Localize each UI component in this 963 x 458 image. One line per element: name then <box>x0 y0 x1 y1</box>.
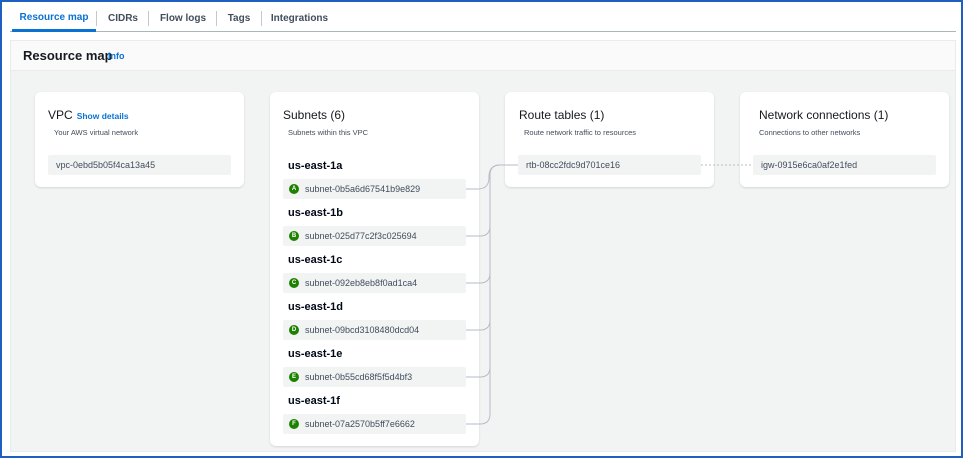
tab-integrations[interactable]: Integrations <box>263 6 336 31</box>
subnet-id: subnet-09bcd3108480dcd04 <box>305 325 420 335</box>
subnets-card: Subnets (6) Subnets within this VPC us-e… <box>270 92 479 446</box>
az-label: us-east-1e <box>288 348 343 360</box>
subnet-badge: E <box>289 372 299 382</box>
route-table-id[interactable]: rtb-08cc2fdc9d701ce16 <box>518 155 701 175</box>
vpc-id[interactable]: vpc-0ebd5b05f4ca13a45 <box>48 155 231 175</box>
subnet-badge: C <box>289 278 299 288</box>
vpc-card-title: VPC Show details <box>48 108 129 122</box>
route-tables-subtitle: Route network traffic to resources <box>524 128 636 137</box>
vpc-card: VPC Show details Your AWS virtual network… <box>35 92 244 187</box>
az-label: us-east-1c <box>288 254 343 266</box>
tab-divider <box>96 11 97 26</box>
az-label: us-east-1d <box>288 301 344 313</box>
tab-bar: Resource map CIDRs Flow logs Tags Integr… <box>10 6 956 32</box>
subnet-item[interactable]: Fsubnet-07a2570b5ff7e6662 <box>283 414 466 434</box>
network-connections-title: Network connections (1) <box>759 108 889 122</box>
subnet-badge: D <box>289 325 299 335</box>
tab-tags[interactable]: Tags <box>218 6 260 31</box>
info-link[interactable]: Info <box>108 51 125 61</box>
subnet-badge: F <box>289 419 299 429</box>
az-label: us-east-1f <box>288 395 340 407</box>
tab-divider <box>216 11 217 26</box>
route-tables-card: Route tables (1) Route network traffic t… <box>505 92 714 187</box>
page-title: Resource map <box>23 48 113 63</box>
az-label: us-east-1b <box>288 207 344 219</box>
show-details-link[interactable]: Show details <box>77 111 129 121</box>
subnet-item[interactable]: Csubnet-092eb8eb8f0ad1ca4 <box>283 273 466 293</box>
subnet-item[interactable]: Esubnet-0b55cd68f5f5d4bf3 <box>283 367 466 387</box>
subnet-id: subnet-092eb8eb8f0ad1ca4 <box>305 278 418 288</box>
subnets-subtitle: Subnets within this VPC <box>288 128 369 137</box>
tab-flow-logs[interactable]: Flow logs <box>150 6 216 31</box>
vpc-subtitle: Your AWS virtual network <box>54 128 139 137</box>
tab-divider <box>148 11 149 26</box>
subnet-item[interactable]: Dsubnet-09bcd3108480dcd04 <box>283 320 466 340</box>
subnet-id: subnet-025d77c2f3c025694 <box>305 231 417 241</box>
subnets-title: Subnets (6) <box>283 108 346 122</box>
subnet-badge: B <box>289 231 299 241</box>
subnet-id: subnet-0b5a6d67541b9e829 <box>305 184 421 194</box>
tab-resource-map[interactable]: Resource map <box>12 6 96 32</box>
subnet-badge: A <box>289 184 299 194</box>
subnet-item[interactable]: Asubnet-0b5a6d67541b9e829 <box>283 179 466 199</box>
subnet-id: subnet-0b55cd68f5f5d4bf3 <box>305 372 413 382</box>
subnet-id: subnet-07a2570b5ff7e6662 <box>305 419 415 429</box>
vpc-title: VPC <box>48 108 73 122</box>
tab-cidrs[interactable]: CIDRs <box>98 6 148 31</box>
tab-divider <box>261 11 262 26</box>
internet-gateway-id[interactable]: igw-0915e6ca0af2e1fed <box>753 155 936 175</box>
network-connections-card: Network connections (1) Connections to o… <box>740 92 949 187</box>
panel-header: Resource map Info <box>11 41 955 71</box>
az-label: us-east-1a <box>288 160 343 172</box>
subnet-item[interactable]: Bsubnet-025d77c2f3c025694 <box>283 226 466 246</box>
route-tables-title: Route tables (1) <box>519 108 605 122</box>
network-connections-subtitle: Connections to other networks <box>759 128 861 137</box>
